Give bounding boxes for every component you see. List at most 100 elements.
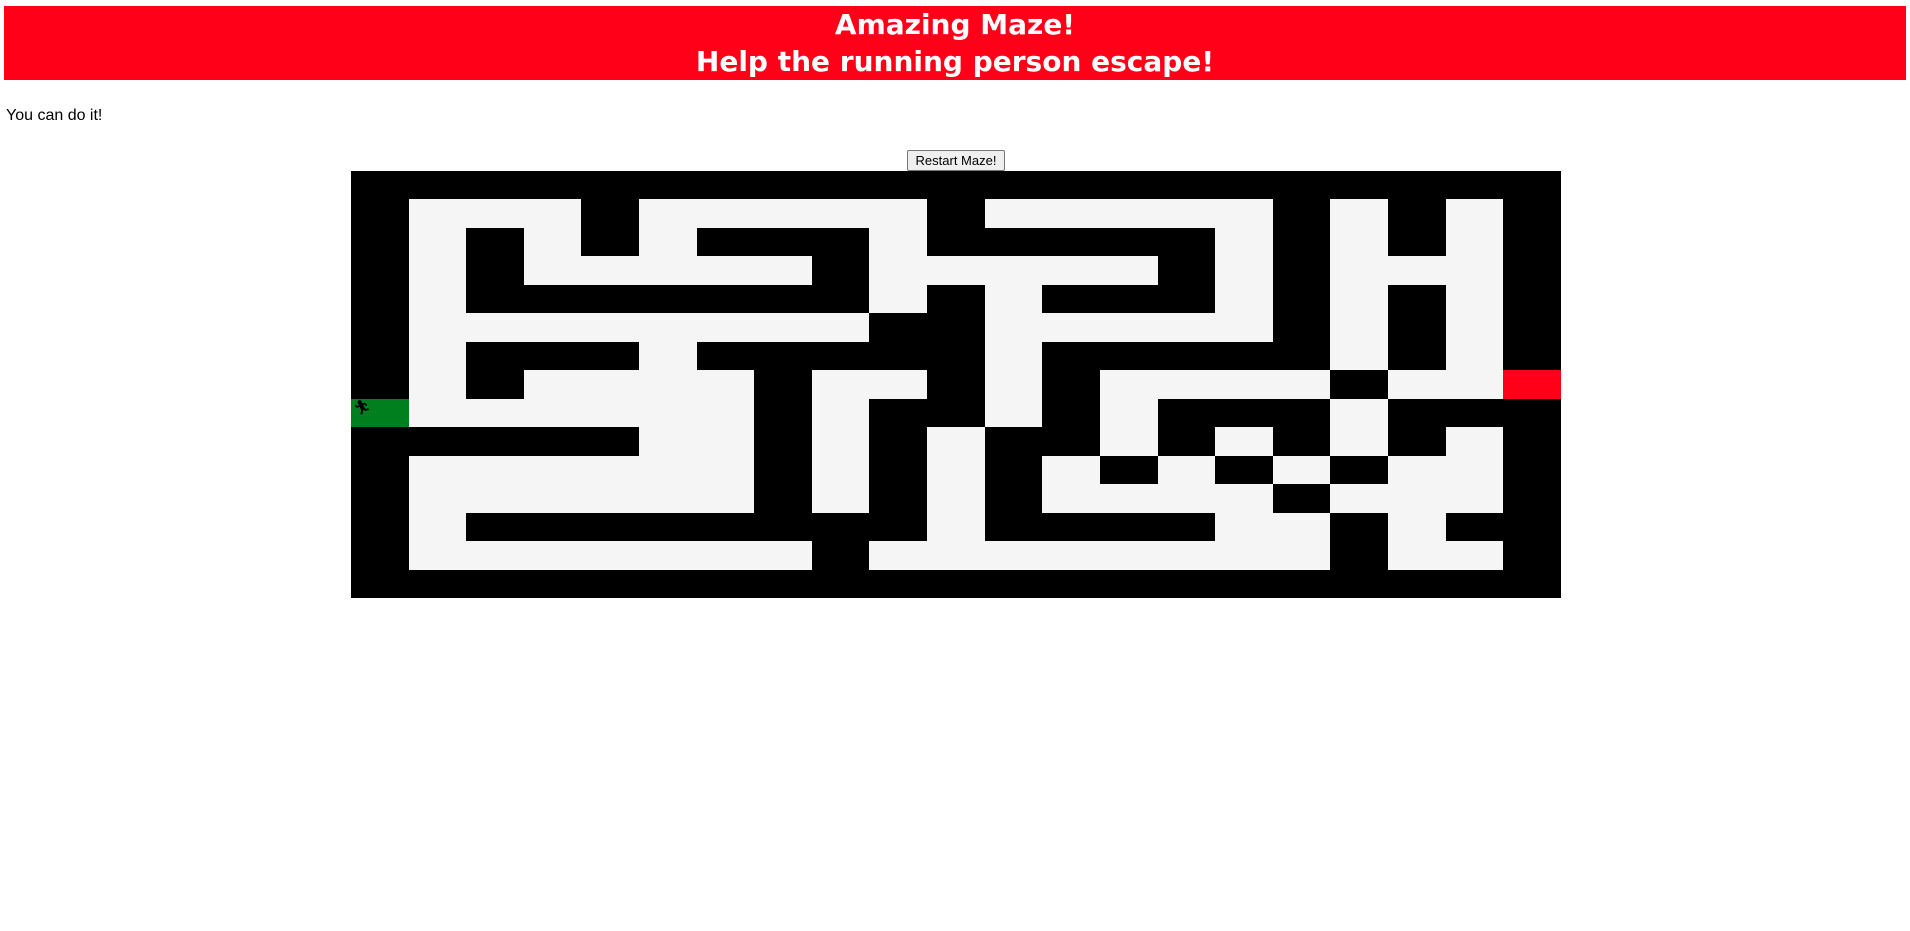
maze-cell-wall [581,171,640,200]
maze-cell-path [639,427,697,456]
maze-cell-path [1157,313,1216,342]
maze-cell-wall [523,284,582,314]
maze-cell-wall [1215,398,1273,428]
maze-cell-wall [1272,313,1331,342]
maze-cell-wall [1157,341,1216,371]
maze-cell-path [1445,541,1504,570]
maze-cell-wall [754,569,812,599]
maze-cell-wall [639,171,697,200]
maze-cell-path [869,256,928,285]
maze-cell-wall [811,512,870,542]
maze-cell-wall [523,171,582,200]
maze-cell-wall [984,227,1043,257]
maze-cell-path [408,284,467,314]
maze-cell-path [1215,484,1273,513]
maze-cell-path [1157,455,1216,485]
maze-cell-wall [466,569,524,599]
maze-cell-path [1215,199,1273,228]
maze-cell-path [984,199,1043,228]
maze-cell-path [639,341,697,371]
maze-cell-path [869,370,928,399]
maze-cell-wall [1215,171,1273,200]
maze-cell-wall [1272,171,1331,200]
maze-cell-path [811,398,870,428]
maze-cell-path [523,370,582,399]
maze-cell-path [466,455,524,485]
maze-cell-wall [1272,341,1331,371]
maze-cell-path [1445,313,1504,342]
maze-cell-path [1099,313,1158,342]
maze-cell-wall [811,227,870,257]
maze-cell-wall [351,227,409,257]
maze-cell-path [523,484,582,513]
maze-cell-path [1330,484,1388,513]
maze-cell-wall [1503,569,1561,599]
maze-cell-wall [1503,512,1561,542]
maze-cell-wall [1157,569,1216,599]
maze-cell-wall [351,455,409,485]
maze-cell-wall [811,171,870,200]
maze-cell-path [696,455,755,485]
maze-cell-wall [696,569,755,599]
maze-cell-path [1157,484,1216,513]
maze-cell-wall [1445,398,1504,428]
maze-cell-wall [466,284,524,314]
maze-cell-path [696,199,755,228]
maze-cell-path [639,313,697,342]
maze-cell-path [754,541,812,570]
maze-cell-wall [696,512,755,542]
maze-cell-path [927,512,985,542]
maze-cell-path [581,313,640,342]
maze-cell-wall [639,284,697,314]
maze-cell-path [927,484,985,513]
maze-cell-wall [351,370,409,399]
maze-cell-path [754,313,812,342]
maze-cell-wall [1042,341,1100,371]
maze-cell-path [1215,284,1273,314]
maze-cell-path [696,313,755,342]
maze-board[interactable]: 🏃︎ [351,171,1561,599]
maze-cell-wall [927,569,985,599]
maze-cell-path [581,256,640,285]
maze-cell-wall [1099,341,1158,371]
maze-cell-path [869,199,928,228]
maze-cell-path [696,398,755,428]
maze-cell-wall [351,569,409,599]
maze-cell-path [639,398,697,428]
maze-cell-wall [869,171,928,200]
maze-cell-wall [1272,284,1331,314]
maze-cell-wall [351,284,409,314]
maze-cell-wall [754,427,812,456]
maze-cell-path [1099,427,1158,456]
maze-cell-wall [811,341,870,371]
maze-cell-wall [1042,512,1100,542]
maze-cell-path [754,256,812,285]
maze-cell-wall [1157,171,1216,200]
maze-cell-wall [408,171,467,200]
maze-cell-start: 🏃︎ [351,398,409,428]
maze-cell-wall [351,171,409,200]
maze-cell-wall [927,341,985,371]
restart-maze-button[interactable]: Restart Maze! [907,150,1005,171]
maze-cell-wall [754,455,812,485]
maze-cell-path [1330,427,1388,456]
maze-cell-wall [1215,341,1273,371]
maze-cell-wall [696,227,755,257]
maze-cell-wall [984,171,1043,200]
maze-cell-path [754,199,812,228]
maze-cell-wall [927,370,985,399]
maze-cell-wall [523,569,582,599]
maze-cell-path [581,541,640,570]
maze-cell-wall [1330,455,1388,485]
maze-cell-wall [1503,227,1561,257]
maze-cell-path [523,541,582,570]
maze-cell-path [523,313,582,342]
maze-cell-path [1445,455,1504,485]
maze-cell-wall [1157,284,1216,314]
maze-cell-wall [1099,284,1158,314]
maze-cell-wall [466,370,524,399]
maze-cell-wall [1503,313,1561,342]
maze-cell-path [408,199,467,228]
maze-cell-path [1330,199,1388,228]
maze-cell-wall [351,427,409,456]
